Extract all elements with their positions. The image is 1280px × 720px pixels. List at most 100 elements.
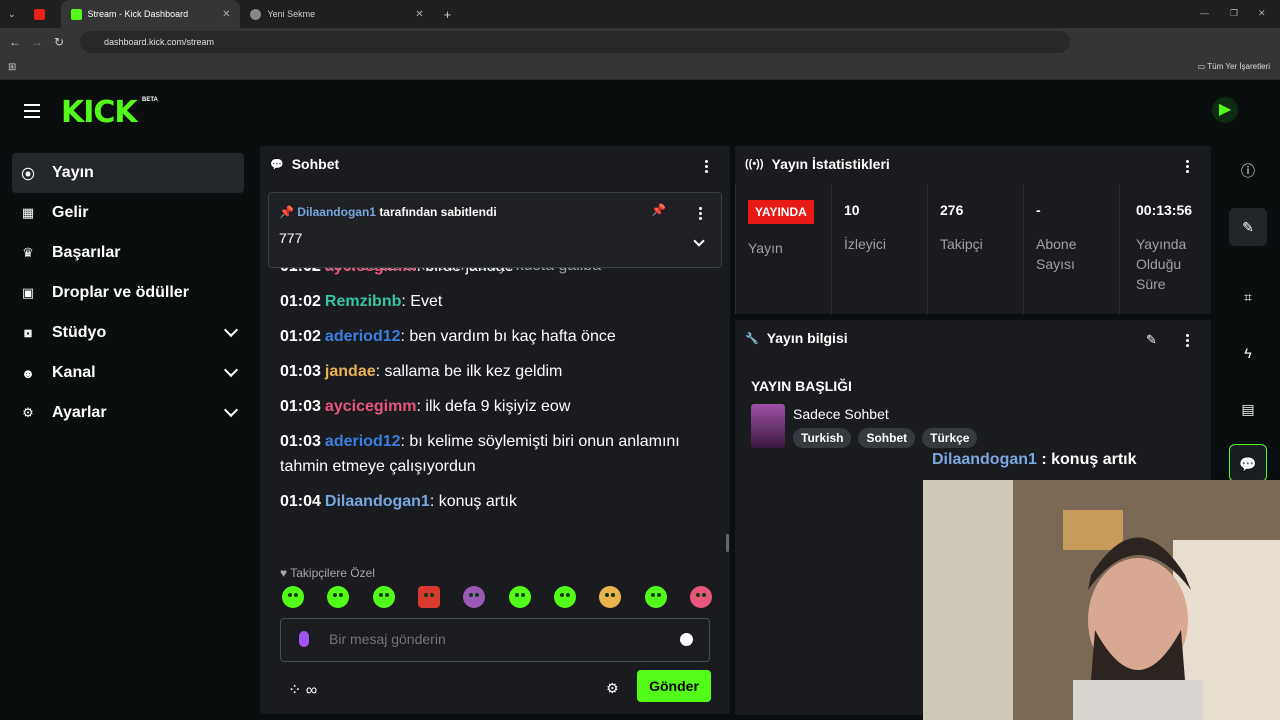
chat-scrollbar[interactable] — [726, 534, 729, 552]
pinned-by-user[interactable]: Dilaandogan1 — [297, 205, 376, 219]
browser-tabbar: ⌄ Stream - Kick Dashboard ✕ Yeni Sekme ✕… — [0, 0, 1280, 28]
sidebar-item-basarilar[interactable]: ♛ Başarılar — [12, 233, 244, 273]
tag[interactable]: Sohbet — [858, 428, 916, 448]
info-title: 🔧 Yayın bilgisi — [745, 330, 848, 346]
message-time: 01:03 — [280, 433, 321, 450]
sidebar-item-droplar[interactable]: ▣ Droplar ve ödüller — [12, 273, 244, 313]
tab-title: Stream - Kick Dashboard — [87, 9, 189, 19]
chat-message: 01:02 aderiod12: ben vardım bı kaç hafta … — [280, 324, 720, 349]
kick-logo[interactable]: KICK — [61, 95, 138, 130]
address-bar-row: ← → ↻ dashboard.kick.com/stream 🔍 ☆ ⧉ B … — [0, 28, 1280, 76]
all-bookmarks-link[interactable]: ▭ Tüm Yer İşaretleri — [1198, 62, 1270, 71]
tab-list-button[interactable]: ⌄ — [0, 0, 24, 28]
loyalty-points-icon[interactable]: ⁘ ∞ — [288, 680, 317, 700]
tab-kick-dashboard[interactable]: Stream - Kick Dashboard ✕ — [60, 0, 241, 28]
message-username[interactable]: aycicegimm — [325, 398, 417, 415]
document-icon[interactable]: ▤ — [1229, 390, 1267, 428]
live-badge: YAYINDA — [748, 200, 814, 224]
reload-icon[interactable]: ↻ — [48, 35, 70, 49]
info-menu-icon[interactable] — [1186, 334, 1190, 349]
beta-badge: BETA — [142, 97, 158, 103]
chat-panel: 💬Sohbet 01:02 aderiod12: alkolden dolayı… — [260, 146, 730, 714]
tag[interactable]: Türkçe — [922, 428, 978, 448]
url-text: dashboard.kick.com/stream — [104, 37, 215, 47]
new-tab-button[interactable]: + — [434, 0, 462, 28]
chevron-down-icon — [223, 322, 239, 338]
youtube-tab[interactable] — [24, 0, 61, 28]
chevron-down-icon[interactable] — [693, 235, 705, 247]
emote-icon[interactable] — [508, 586, 531, 608]
send-button[interactable]: Gönder — [637, 670, 711, 702]
pinned-header: 📌 Dilaandogan1 tarafından sabitlendi — [279, 205, 497, 219]
webcam-image — [923, 480, 1280, 720]
microphone-icon[interactable] — [299, 631, 309, 647]
edit-pencil-icon[interactable]: ✎ — [1229, 208, 1267, 246]
pin-icon[interactable]: 📌 — [651, 203, 666, 217]
pinned-menu-icon[interactable] — [699, 207, 703, 222]
chat-bubble-icon[interactable]: 💬 — [1229, 444, 1267, 482]
sidebar-item-ayarlar[interactable]: ⚙ Ayarlar — [12, 393, 244, 433]
bookmarks-bar: ⊞ ▭ Tüm Yer İşaretleri — [0, 56, 1280, 80]
lightning-icon[interactable]: ϟ — [1229, 334, 1267, 372]
right-rail: ⓘ ✎ ⌗ ϟ ▤ 💬 — [1217, 146, 1280, 486]
revenue-icon: ▦ — [21, 205, 35, 220]
category-thumbnail — [751, 404, 785, 448]
forward-icon[interactable]: → — [26, 35, 48, 49]
chat-settings-icon[interactable]: ⚙ — [606, 680, 619, 697]
stat-viewers: 10 İzleyici — [831, 184, 927, 314]
message-text: Evet — [410, 293, 443, 310]
apps-grid-icon[interactable]: ⊞ — [8, 62, 16, 73]
back-icon[interactable]: ← — [4, 35, 26, 49]
emote-icon[interactable] — [282, 586, 304, 608]
message-username[interactable]: Dilaandogan1 — [325, 493, 430, 510]
edit-pencil-icon[interactable]: ✎ — [1146, 332, 1157, 348]
globe-icon — [250, 8, 262, 20]
emote-icon[interactable] — [327, 586, 350, 608]
url-field[interactable]: dashboard.kick.com/stream — [80, 31, 1070, 53]
close-window-icon[interactable]: ✕ — [1258, 8, 1266, 19]
stream-title-heading: YAYIN BAŞLIĞI — [751, 378, 852, 394]
sidebar-item-studyo[interactable]: ⧇ Stüdyo — [12, 313, 244, 353]
sidebar-item-gelir[interactable]: ▦ Gelir — [12, 193, 244, 233]
user-avatar[interactable]: ▶ — [1212, 97, 1238, 123]
sidebar-item-yayin[interactable]: ⦿ Yayın — [12, 153, 244, 193]
screenshot-icon[interactable]: ⌗ — [1229, 278, 1267, 316]
message-colon: : — [375, 363, 385, 380]
message-username[interactable]: Remzibnb — [325, 293, 401, 310]
emote-icon[interactable] — [644, 586, 667, 608]
menu-hamburger-icon[interactable] — [24, 104, 40, 118]
message-username[interactable]: jandae — [325, 363, 376, 380]
emote-icon[interactable] — [372, 586, 395, 608]
stat-uptime: 00:13:56 Yayında Olduğu Süre — [1119, 184, 1211, 314]
emote-icon[interactable] — [553, 586, 576, 608]
overlay-chat-message: Dilaandogan1 : konuş artık — [932, 451, 1137, 468]
info-icon[interactable]: ⓘ — [1229, 152, 1267, 190]
emote-icon[interactable] — [689, 586, 712, 608]
tag[interactable]: Turkish — [793, 428, 852, 448]
emoji-icon[interactable] — [680, 633, 693, 646]
chat-title: 💬 Sohbet — [270, 156, 340, 172]
message-time: 01:04 — [280, 493, 321, 510]
stat-value: - — [1036, 202, 1041, 218]
stream-stats-panel: ((•)) Yayın İstatistikleri YAYINDA Yayın … — [735, 146, 1211, 314]
youtube-icon — [33, 8, 45, 20]
minimize-icon[interactable]: — — [1200, 8, 1209, 18]
message-text: sallama be ilk kez geldim — [384, 363, 563, 380]
restore-icon[interactable]: ❐ — [1230, 8, 1238, 19]
chat-message-input[interactable] — [329, 631, 659, 647]
sidebar-item-kanal[interactable]: ☻ Kanal — [12, 353, 244, 393]
emote-icon[interactable] — [417, 586, 440, 608]
close-tab-icon[interactable]: ✕ — [415, 9, 423, 20]
tab-new-tab[interactable]: Yeni Sekme ✕ — [240, 0, 433, 28]
message-username[interactable]: aderiod12 — [325, 328, 401, 345]
emote-icon[interactable] — [599, 586, 622, 608]
message-time: 01:02 — [280, 328, 321, 345]
message-colon: : — [401, 293, 411, 310]
chat-menu-icon[interactable] — [705, 160, 709, 175]
stats-menu-icon[interactable] — [1186, 160, 1190, 175]
stream-title: Sadece Sohbet — [793, 406, 889, 422]
dashboard-sidebar: ⦿ Yayın ▦ Gelir ♛ Başarılar ▣ Droplar ve ödü… — [12, 153, 244, 433]
message-username[interactable]: aderiod12 — [325, 433, 401, 450]
emote-icon[interactable] — [463, 586, 486, 608]
close-tab-icon[interactable]: ✕ — [222, 9, 230, 20]
